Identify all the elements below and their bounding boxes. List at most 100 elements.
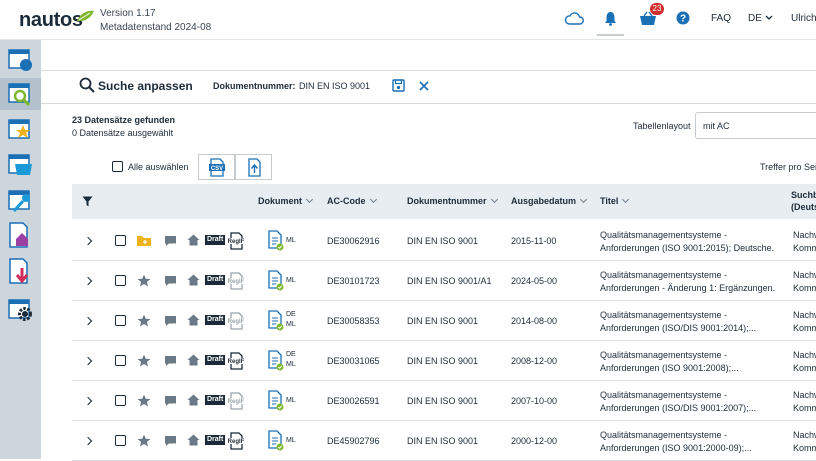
expand-row-icon[interactable] (83, 436, 93, 446)
title-cell[interactable]: Qualitätsmanagementsysteme - Anforderunge… (600, 429, 775, 455)
language-code: DE (286, 351, 296, 358)
row-checkbox[interactable] (115, 315, 126, 326)
close-icon[interactable] (419, 81, 429, 91)
comment-icon[interactable] (164, 275, 177, 287)
expand-row-icon[interactable] (83, 396, 93, 406)
expand-row-icon[interactable] (83, 316, 93, 326)
row-checkbox[interactable] (115, 355, 126, 366)
column-ac-code[interactable]: AC-Code (327, 195, 377, 206)
draft-badge: Draft (205, 355, 226, 365)
table-row[interactable]: Draft RegIF ML DE45902796 DIN EN ISO 9001 200… (72, 421, 816, 461)
comment-icon[interactable] (164, 395, 177, 407)
bell-icon[interactable] (604, 11, 617, 26)
search-doc-icon (8, 83, 31, 107)
star-icon[interactable] (137, 434, 151, 447)
doc-number-cell[interactable]: DIN EN ISO 9001 (407, 236, 478, 246)
doc-number-cell[interactable]: DIN EN ISO 9001 (407, 436, 478, 446)
filter-icon[interactable] (82, 196, 93, 207)
column-doc-number[interactable]: Dokumentnummer (407, 195, 498, 206)
table-row[interactable]: Draft RegIF DE ML DE30058353 DIN EN ISO 9001 2… (72, 301, 816, 341)
comment-icon[interactable] (164, 435, 177, 447)
folder-icon[interactable] (136, 234, 152, 247)
column-search-term[interactable]: Suchbe (Deuts (791, 189, 816, 213)
regif-label: RegIF (228, 279, 244, 285)
logo[interactable]: nautos (19, 9, 83, 32)
doc-number-cell[interactable]: DIN EN ISO 9001/A1 (407, 276, 492, 286)
title-cell[interactable]: Qualitätsmanagementsysteme - Anforderunge… (600, 349, 775, 375)
sidebar-item-settings[interactable] (5, 294, 37, 326)
language-select[interactable]: DE (748, 13, 773, 24)
help-icon[interactable]: ? (676, 11, 690, 25)
title-cell[interactable]: Qualitätsmanagementsysteme - Anforderunge… (600, 389, 775, 415)
document-icon[interactable] (268, 270, 284, 291)
column-document[interactable]: Dokument (258, 195, 314, 206)
select-all-label[interactable]: Alle auswählen (128, 162, 189, 172)
table-row[interactable]: Draft RegIF ML DE30101723 DIN EN ISO 9001/A1… (72, 261, 816, 301)
cloud-icon[interactable] (564, 11, 584, 25)
regif-icon[interactable]: RegIF (228, 351, 244, 371)
regif-icon[interactable]: RegIF (228, 431, 244, 451)
column-issue-date[interactable]: Ausgabedatum (511, 195, 588, 206)
row-checkbox[interactable] (115, 275, 126, 286)
sidebar-item-favorites[interactable] (5, 114, 37, 146)
select-all-checkbox[interactable] (112, 161, 123, 172)
table-row[interactable]: Draft RegIF ML DE30026591 DIN EN ISO 9001 200… (72, 381, 816, 421)
document-icon[interactable] (268, 350, 284, 371)
sidebar-item-download[interactable] (5, 256, 37, 288)
regif-icon[interactable]: RegIF (228, 271, 244, 291)
row-checkbox[interactable] (115, 435, 126, 446)
user-menu[interactable]: Ulrich (791, 13, 816, 24)
search-icon[interactable] (79, 77, 95, 93)
regif-icon[interactable]: RegIF (228, 231, 244, 251)
search-term-cell: Nachw Komm (793, 309, 816, 335)
sidebar-item-home[interactable] (5, 220, 37, 252)
doc-number-cell[interactable]: DIN EN ISO 9001 (407, 316, 478, 326)
doc-number-cell[interactable]: DIN EN ISO 9001 (407, 396, 478, 406)
document-icon[interactable] (268, 310, 284, 331)
document-icon[interactable] (268, 430, 284, 451)
expand-row-icon[interactable] (83, 356, 93, 366)
csv-export-button[interactable]: CSV (198, 154, 235, 180)
home-icon[interactable] (187, 314, 200, 326)
search-term-line2: Komm (793, 443, 816, 453)
sidebar-item-keys[interactable] (5, 185, 37, 217)
title-cell[interactable]: Qualitätsmanagementsysteme - Anforderunge… (600, 309, 775, 335)
row-checkbox[interactable] (115, 235, 126, 246)
sidebar-item-search[interactable] (0, 78, 41, 110)
document-icon[interactable] (268, 230, 284, 251)
home-icon[interactable] (187, 234, 200, 246)
doc-number-cell[interactable]: DIN EN ISO 9001 (407, 356, 478, 366)
regif-icon[interactable]: RegIF (228, 311, 244, 331)
star-icon[interactable] (137, 314, 151, 327)
star-icon[interactable] (137, 354, 151, 367)
language-code: ML (286, 277, 296, 284)
star-icon[interactable] (137, 274, 151, 287)
sidebar-item-basket[interactable] (5, 149, 37, 181)
comment-icon[interactable] (164, 235, 177, 247)
table-row[interactable]: Draft RegIF DE ML DE30031065 DIN EN ISO 9001 2… (72, 341, 816, 381)
home-icon[interactable] (187, 394, 200, 406)
title-cell[interactable]: Qualitätsmanagementsysteme - Anforderunge… (600, 269, 775, 295)
row-checkbox[interactable] (115, 395, 126, 406)
adjust-search-link[interactable]: Suche anpassen (98, 79, 193, 93)
save-icon[interactable] (392, 79, 405, 92)
export-button[interactable] (235, 154, 272, 180)
document-icon[interactable] (268, 390, 284, 411)
draft-badge: Draft (205, 395, 226, 405)
regif-icon[interactable]: RegIF (228, 391, 244, 411)
star-icon[interactable] (137, 394, 151, 407)
table-row[interactable]: Draft RegIF ML DE30062916 DIN EN ISO 9001 201… (72, 221, 816, 261)
comment-icon[interactable] (164, 355, 177, 367)
home-icon[interactable] (187, 274, 200, 286)
home-icon[interactable] (187, 354, 200, 366)
table-layout-select[interactable]: mit AC (695, 112, 816, 139)
comment-icon[interactable] (164, 315, 177, 327)
title-cell[interactable]: Qualitätsmanagementsysteme - Anforderunge… (600, 229, 775, 255)
sidebar-item-dashboard[interactable] (5, 44, 37, 76)
faq-link[interactable]: FAQ (711, 13, 731, 24)
expand-row-icon[interactable] (83, 276, 93, 286)
home-icon[interactable] (187, 434, 200, 446)
expand-row-icon[interactable] (83, 236, 93, 246)
column-title[interactable]: Titel (600, 195, 630, 206)
search-term-cell: Nachw Komm (793, 389, 816, 415)
